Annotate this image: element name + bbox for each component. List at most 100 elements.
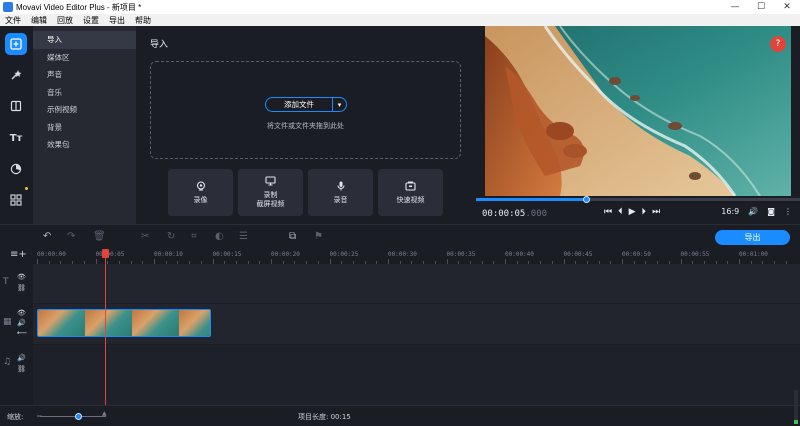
video-track: ▦ 👁 🔊 ⟵ <box>0 304 800 344</box>
volume-icon[interactable]: 🔊 <box>17 354 26 362</box>
import-tab-icon[interactable] <box>5 33 27 55</box>
drop-zone[interactable]: 添加文件 ▾ 将文件或文件夹拖到此处 <box>150 61 461 159</box>
import-heading: 导入 <box>150 40 169 50</box>
marker-icon[interactable]: ⚑ <box>314 231 323 242</box>
ruler-tick-label: 00:00:50 <box>622 251 651 258</box>
skip-to-start-icon[interactable]: ⏮ <box>604 207 612 217</box>
redo-icon[interactable]: ↷ <box>67 231 75 242</box>
quick-video-icon <box>405 181 416 193</box>
more-options-icon[interactable]: ⋮ <box>784 207 792 216</box>
play-icon[interactable]: ▶ <box>629 207 636 217</box>
previous-frame-icon[interactable]: ⏴ <box>618 207 623 217</box>
timecode: 00:00:05.000 <box>482 209 547 219</box>
overlay-icon[interactable]: ⧉ <box>289 231 296 242</box>
zoom-handle[interactable] <box>75 413 82 420</box>
zoom-label: 缩放: <box>7 413 24 421</box>
link-icon[interactable]: ⛓ <box>17 284 26 292</box>
link-icon[interactable]: ⟵ <box>17 329 27 337</box>
menu-bar: 文件 编辑 回放 设置 导出 帮助 <box>0 14 800 26</box>
video-clip[interactable] <box>37 309 211 337</box>
record-video-button[interactable]: 录像 <box>168 169 233 216</box>
ruler-tick-label: 00:00:30 <box>388 251 417 258</box>
category-list: 导入 媒体区 声音 音乐 示例视频 背景 效果包 <box>33 26 136 224</box>
visibility-icon[interactable]: 👁 <box>17 309 26 317</box>
title-track: T 👁 ⛓ <box>0 264 800 303</box>
more-tools-tab-icon[interactable] <box>5 189 27 211</box>
export-button[interactable]: 导出 <box>715 230 790 245</box>
zoom-in-icon[interactable]: ▲ <box>102 410 107 417</box>
close-button[interactable]: ✕ <box>774 0 800 14</box>
delete-icon[interactable]: 🗑 <box>93 231 106 242</box>
category-backgrounds[interactable]: 背景 <box>33 119 136 137</box>
video-track-area[interactable] <box>33 304 800 344</box>
title-track-area[interactable] <box>33 264 800 303</box>
screen-record-icon <box>265 176 276 188</box>
category-effect-packs[interactable]: 效果包 <box>33 136 136 154</box>
link-icon[interactable]: ⛓ <box>17 365 26 373</box>
microphone-icon <box>337 181 345 193</box>
playhead[interactable] <box>105 256 106 405</box>
clip-properties-icon[interactable]: ☰ <box>239 231 248 242</box>
visibility-icon[interactable]: 👁 <box>17 273 26 281</box>
filters-tab-icon[interactable] <box>5 64 27 86</box>
category-sample-videos[interactable]: 示例视频 <box>33 101 136 119</box>
menu-playback[interactable]: 回放 <box>52 15 78 26</box>
menu-export[interactable]: 导出 <box>104 15 130 26</box>
ruler-tick-label: 00:01:00 <box>739 251 768 258</box>
menu-settings[interactable]: 设置 <box>78 15 104 26</box>
aspect-ratio-select[interactable]: 16:9 <box>721 207 739 216</box>
add-files-button[interactable]: 添加文件 ▾ <box>265 97 347 112</box>
chevron-down-icon[interactable]: ▾ <box>332 98 346 111</box>
clip-thumbnail <box>85 310 132 336</box>
ruler-tick-label: 00:00:55 <box>680 251 710 258</box>
volume-icon[interactable]: 🔊 <box>17 319 26 327</box>
seek-bar[interactable] <box>476 196 800 203</box>
category-import[interactable]: 导入 <box>33 31 136 49</box>
menu-help[interactable]: 帮助 <box>130 15 156 26</box>
ruler-tick-label: 00:00:20 <box>271 251 300 258</box>
add-track-icon[interactable]: ≡+ <box>10 249 27 260</box>
stickers-tab-icon[interactable] <box>5 158 27 180</box>
seek-progress <box>476 198 587 201</box>
timeline-ruler[interactable]: ≡+ 00:00:00 00:00:05 00:00:10 00:00:15 00:00… <box>0 248 800 264</box>
title-track-icon: T <box>3 277 9 287</box>
titles-tab-icon[interactable]: Tт <box>5 127 27 149</box>
quick-video-button[interactable]: 快速视频 <box>378 169 443 216</box>
record-audio-button[interactable]: 录音 <box>308 169 373 216</box>
record-screen-button[interactable]: 录制 截屏视频 <box>238 169 303 216</box>
import-panel: 导入 添加文件 ▾ 将文件或文件夹拖到此处 录像 录制 截屏视频 录音 快速视频 <box>136 26 476 224</box>
menu-file[interactable]: 文件 <box>0 15 26 26</box>
undo-icon[interactable]: ↶ <box>43 231 51 242</box>
color-adjust-icon[interactable]: ◐ <box>215 231 224 242</box>
music-track-icon: ♫ <box>3 357 12 367</box>
ruler-tick-label: 00:00:45 <box>563 251 593 258</box>
ruler-tick-label: 00:00:15 <box>212 251 242 258</box>
category-media-bin[interactable]: 媒体区 <box>33 49 136 67</box>
timecode-main: 00:00:05 <box>482 209 526 219</box>
minimize-button[interactable]: — <box>722 0 748 14</box>
split-icon[interactable]: ✂ <box>141 231 149 242</box>
maximize-button[interactable]: ☐ <box>748 0 774 14</box>
skip-to-end-icon[interactable]: ⏭ <box>652 207 660 217</box>
app-logo-icon <box>3 2 13 12</box>
ruler-tick-label: 00:00:05 <box>95 251 125 258</box>
volume-icon[interactable]: 🔊 <box>748 207 758 216</box>
menu-edit[interactable]: 编辑 <box>26 15 52 26</box>
video-preview[interactable]: ? <box>485 26 791 196</box>
transitions-tab-icon[interactable] <box>5 95 27 117</box>
category-music[interactable]: 音乐 <box>33 84 136 102</box>
tool-rail: Tт <box>0 26 33 224</box>
rotate-icon[interactable]: ↻ <box>167 231 175 242</box>
add-files-label: 添加文件 <box>284 100 314 109</box>
zoom-slider[interactable] <box>40 413 106 420</box>
ruler-tick-label: 00:00:10 <box>154 251 183 258</box>
seek-handle[interactable] <box>583 196 591 203</box>
ruler-tick-label: 00:00:35 <box>446 251 476 258</box>
clip-thumbnail <box>179 310 210 336</box>
category-sounds[interactable]: 声音 <box>33 66 136 84</box>
next-frame-icon[interactable]: ⏵ <box>642 207 647 217</box>
crop-icon[interactable]: ⌗ <box>191 231 197 242</box>
audio-track-area[interactable] <box>33 345 800 405</box>
help-icon[interactable]: ? <box>770 36 786 52</box>
snapshot-icon[interactable]: ◙ <box>767 207 775 216</box>
